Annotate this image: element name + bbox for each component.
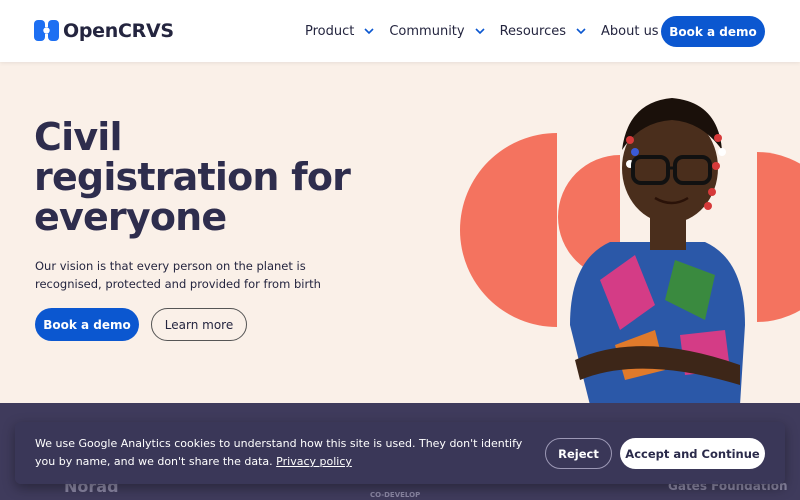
logo[interactable]: OpenCRVS [34,18,174,43]
hero-subtitle: Our vision is that every person on the p… [35,259,321,291]
nav-product[interactable]: Product [305,24,375,39]
hero-book-demo-button[interactable]: Book a demo [35,308,139,341]
cookie-text: We use Google Analytics cookies to under… [35,435,535,471]
header-book-demo-button[interactable]: Book a demo [661,16,765,47]
reject-cookies-button[interactable]: Reject [545,438,612,469]
hero-title: Civil registration for everyone [34,115,351,239]
chevron-down-icon [576,28,586,35]
chevron-down-icon [364,28,374,35]
chevron-down-icon [475,28,485,35]
nav-resources[interactable]: Resources [500,24,587,39]
site-header: OpenCRVS Product Community Resources Abo… [0,0,800,62]
nav-about-us-label: About us [601,23,659,39]
nav-product-label: Product [305,23,355,39]
coral-shape-right [757,152,800,322]
cookie-banner: We use Google Analytics cookies to under… [15,422,785,484]
privacy-policy-link[interactable]: Privacy policy [276,455,352,468]
hero-illustration [460,98,800,405]
hero-learn-more-button[interactable]: Learn more [151,308,247,341]
logo-text: OpenCRVS [63,19,174,42]
nav-community[interactable]: Community [389,24,485,39]
nav-resources-label: Resources [499,23,566,39]
opencrvs-logo-icon [34,20,59,41]
partner-codevelop-logo: CO-DEVELOP [370,491,421,499]
main-nav: Product Community Resources About us [305,0,694,62]
nav-community-label: Community [389,23,465,39]
coral-shape-left [460,133,557,327]
accept-cookies-button[interactable]: Accept and Continue [620,438,765,469]
